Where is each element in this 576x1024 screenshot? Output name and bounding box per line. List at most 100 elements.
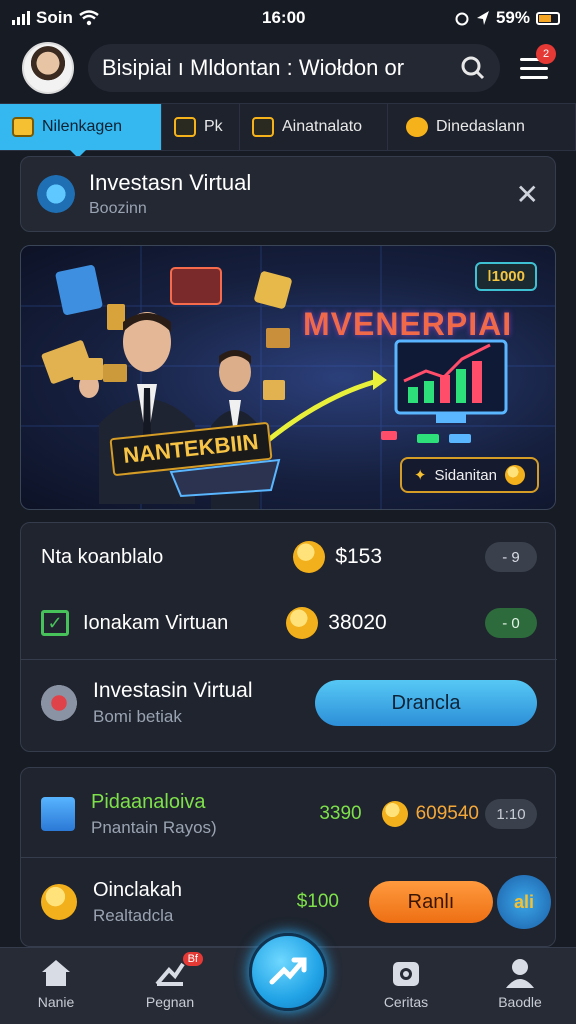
coin-icon <box>406 117 428 137</box>
tab-dinedaslann[interactable]: Dinedaslann <box>388 104 576 150</box>
balance-subtitle: Bomi betiak <box>93 707 182 726</box>
alarm-icon <box>455 12 469 26</box>
notification-badge: 2 <box>536 44 556 64</box>
divider <box>21 857 557 858</box>
nav-profile[interactable]: Baodle <box>472 956 568 1010</box>
balance-change-chip: - 0 <box>485 608 537 638</box>
tab-label: Ainatnalato <box>282 118 363 135</box>
nav-label: Pegnan <box>145 994 195 1010</box>
info-text: Investasn Virtual Boozinn <box>89 170 251 218</box>
avatar[interactable] <box>22 42 74 94</box>
battery-percent: 59% <box>495 8 530 27</box>
portfolio-value: $100 <box>296 891 339 912</box>
nav-label: Ceritas <box>383 994 429 1010</box>
rank-button[interactable]: Ranlı <box>369 881 493 923</box>
menu-icon-line <box>520 66 548 70</box>
location-icon <box>476 11 489 25</box>
close-icon[interactable]: ✕ <box>516 178 539 211</box>
signal-icon <box>12 11 30 25</box>
portfolio-subtitle: Pnantain Rayos) <box>91 817 217 837</box>
shield-icon <box>37 175 75 213</box>
floating-action-button[interactable]: ali <box>497 875 551 929</box>
coin-icon <box>381 801 408 827</box>
cube-icon <box>41 797 75 831</box>
balance-row[interactable]: Nta koanblalo $153 - 9 <box>21 539 557 575</box>
wifi-icon <box>79 10 99 26</box>
coin-icon <box>505 465 525 485</box>
menu-button[interactable]: 2 <box>514 44 556 88</box>
balance-label: Ionakam Virtuan <box>83 611 229 634</box>
nav-badge: Bf <box>182 952 203 966</box>
camera-icon <box>393 962 419 986</box>
portfolio-row[interactable]: Pidaanaloiva Pnantain Rayos) 3390 609540… <box>21 786 557 842</box>
promo-banner[interactable]: ǀ1000 MVENERPIAI NANTEKBIIN ✦ Sidanitan <box>20 245 556 510</box>
sparkle-icon: ✦ <box>413 467 427 484</box>
portfolio-card: Pidaanaloiva Pnantain Rayos) 3390 609540… <box>20 767 557 947</box>
search-input[interactable]: Bisipiai ı Mldontan : Wiołdon or <box>102 55 460 81</box>
chart-up-icon <box>155 962 185 986</box>
portfolio-amount: 609540 <box>415 803 479 824</box>
balance-title: Investasin Virtual <box>93 679 253 702</box>
status-right: 59% <box>454 8 560 28</box>
nav-icon-wrap: Bf <box>153 952 203 990</box>
portfolio-text: Pidaanaloiva Pnantain Rayos) <box>91 791 217 838</box>
tab-pk[interactable]: Pk <box>162 104 240 150</box>
coin-icon <box>286 607 319 639</box>
tab-nilenkagen[interactable]: Nilenkagen <box>0 104 162 158</box>
banner-button[interactable]: ✦ Sidanitan <box>399 457 539 493</box>
carrier-name: Soin <box>36 8 73 27</box>
status-bar: Soin 16:00 59% <box>0 0 576 36</box>
category-tabs: Nilenkagen Pk Ainatnalato Dinedaslann <box>0 103 576 158</box>
balance-text: Investasin Virtual Bomi betiak <box>93 679 253 727</box>
nav-ceritas[interactable]: Ceritas <box>358 956 454 1010</box>
virtual-investment-card[interactable]: Investasn Virtual Boozinn ✕ <box>20 156 556 232</box>
info-subtitle: Boozinn <box>89 200 147 217</box>
menu-icon-line <box>520 75 548 79</box>
portfolio-value: 3390 <box>319 803 362 824</box>
primary-action-button[interactable]: Drancla <box>315 680 537 726</box>
portfolio-title: Oinclakah <box>93 878 182 901</box>
balance-change-chip: - 9 <box>485 542 537 572</box>
clock: 16:00 <box>262 8 306 27</box>
search-bar[interactable]: Bisipiai ı Mldontan : Wiołdon or <box>88 44 500 92</box>
coin-icon <box>293 541 326 573</box>
portfolio-text: Oinclakah Realtadcla <box>93 879 182 926</box>
info-title: Investasn Virtual <box>89 170 252 195</box>
trade-button[interactable] <box>249 933 327 1011</box>
trend-arrow-icon <box>269 957 307 985</box>
tab-label: Pk <box>204 118 223 135</box>
balance-row[interactable]: Investasin Virtual Bomi betiak Drancla <box>21 675 557 731</box>
document-icon <box>174 117 196 137</box>
tab-ainatnalato[interactable]: Ainatnalato <box>240 104 388 150</box>
nav-pegnan[interactable]: Bf Pegnan <box>122 952 218 1010</box>
wallet-icon <box>12 117 34 137</box>
profile-icon <box>506 959 534 988</box>
battery-icon <box>536 11 560 25</box>
nav-label: Baodle <box>498 994 542 1010</box>
tab-label: Nilenkagen <box>42 118 123 135</box>
home-icon <box>42 960 70 986</box>
divider <box>21 659 557 660</box>
header: Bisipiai ı Mldontan : Wiołdon or 2 <box>0 36 576 100</box>
diamond-icon <box>33 677 85 729</box>
banner-button-label: Sidanitan <box>434 466 497 484</box>
balance-amount: $153 <box>335 545 383 568</box>
banner-headline: MVENERPIAI <box>303 306 513 342</box>
portfolio-chip: 1:10 <box>485 799 537 829</box>
checkbox-icon[interactable]: ✓ <box>41 610 69 636</box>
portfolio-row[interactable]: Oinclakah Realtadcla $100 Ranlı <box>21 874 557 930</box>
tab-label: Dinedaslann <box>436 118 525 135</box>
banner-pill: ǀ1000 <box>475 262 537 291</box>
chart-icon <box>252 117 274 137</box>
balance-card: Nta koanblalo $153 - 9 ✓ Ionakam Virtuan… <box>20 522 557 752</box>
portfolio-subtitle: Realtadcla <box>93 905 174 925</box>
balance-label: Nta koanblalo <box>41 545 164 568</box>
balance-row[interactable]: ✓ Ionakam Virtuan 38020 - 0 <box>21 605 557 641</box>
search-icon[interactable] <box>460 55 486 81</box>
nav-label: Nanie <box>37 994 75 1010</box>
coin-icon <box>41 884 77 920</box>
status-left: Soin <box>12 8 99 28</box>
nav-home[interactable]: Nanie <box>8 956 104 1010</box>
portfolio-title: Pidaanaloiva <box>91 790 206 813</box>
balance-amount: 38020 <box>328 611 387 634</box>
